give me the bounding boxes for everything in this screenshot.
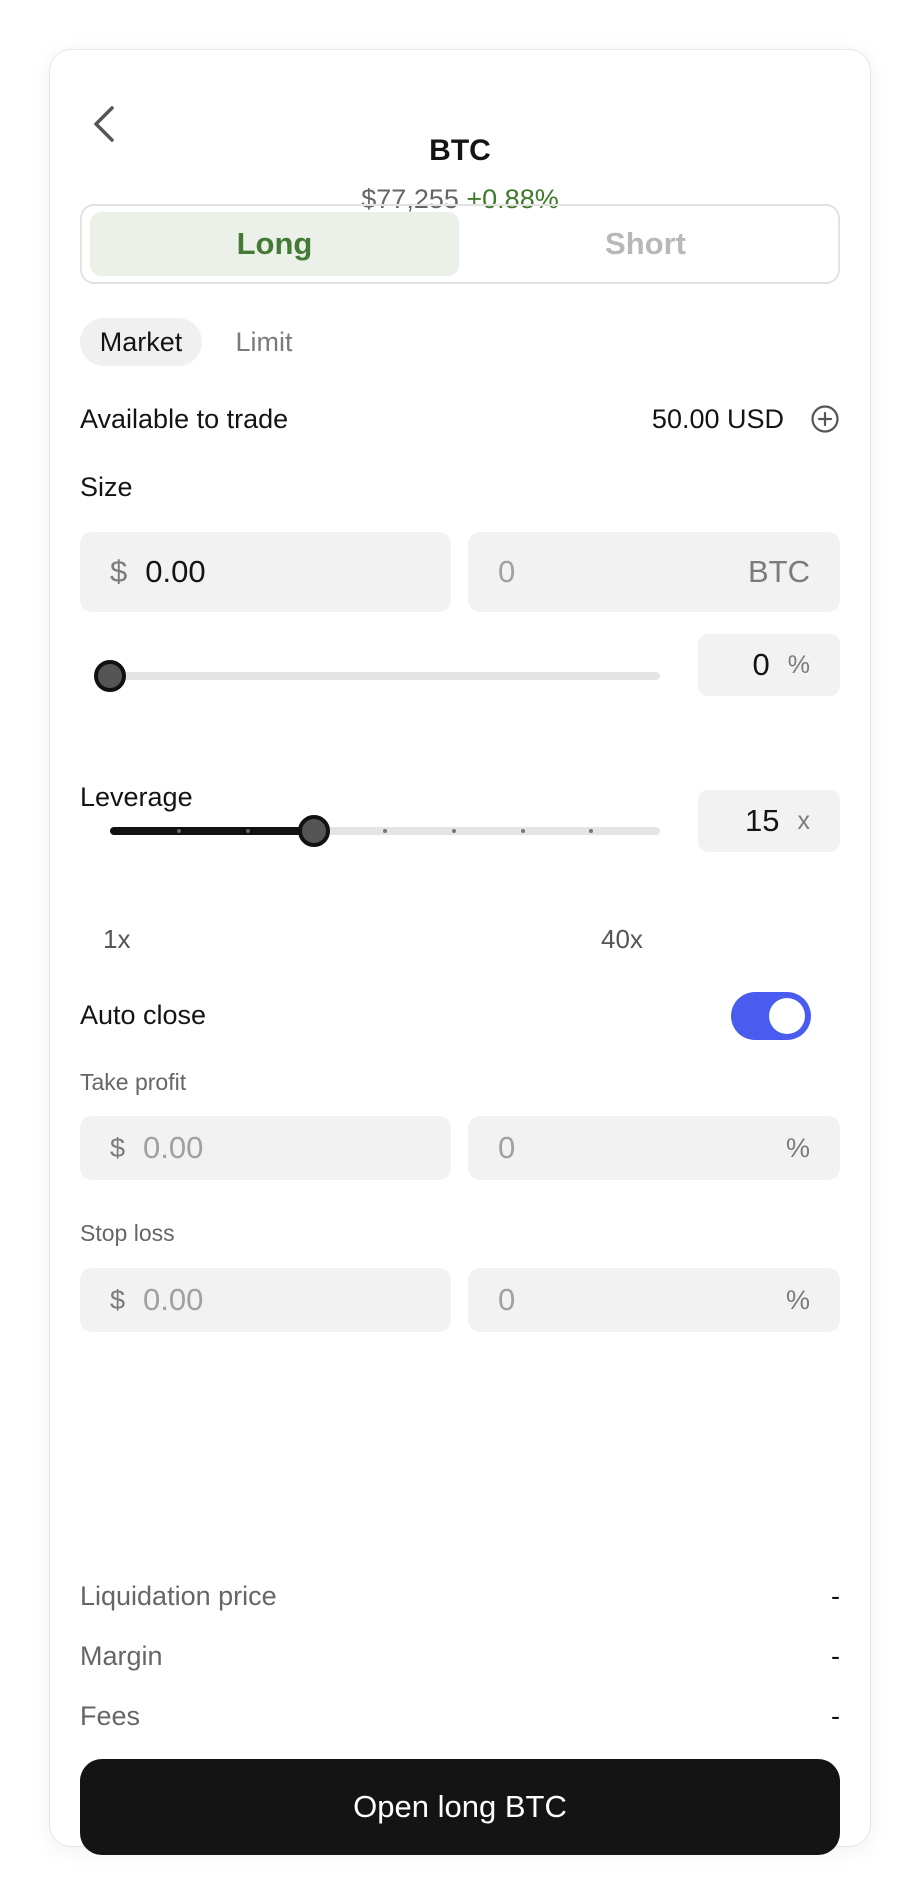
leverage-tick	[245, 829, 250, 833]
take-profit-percent-placeholder: 0	[498, 1130, 516, 1165]
toggle-knob	[769, 998, 805, 1034]
take-profit-percent-input[interactable]: 0 %	[468, 1116, 840, 1180]
leverage-tick	[383, 829, 387, 833]
size-btc-value: 0	[498, 554, 516, 589]
leverage-tick	[451, 829, 456, 833]
percent-unit: %	[785, 1284, 810, 1315]
size-label: Size	[80, 472, 133, 502]
percent-unit: %	[785, 1132, 810, 1163]
stop-loss-price-placeholder: 0.00	[143, 1282, 204, 1317]
stop-loss-price-input[interactable]: $ 0.00	[80, 1268, 451, 1332]
market-tab[interactable]: Market	[80, 318, 202, 366]
long-button[interactable]: Long	[90, 212, 459, 276]
available-value: 50.00 USD	[651, 404, 784, 434]
leverage-max-label: 40x	[601, 924, 643, 954]
liquidation-price-value: -	[831, 1581, 840, 1611]
size-slider-track[interactable]	[110, 672, 660, 680]
leverage-slider-fill	[110, 827, 314, 835]
leverage-min-label: 1x	[103, 924, 131, 954]
trade-panel: BTC $77,255 +0.88% Long Short Market Lim…	[49, 49, 871, 1855]
margin-value: -	[831, 1641, 840, 1671]
leverage-tick	[520, 829, 525, 833]
asset-title: BTC	[429, 134, 491, 167]
size-percent-input[interactable]: 0 %	[698, 634, 840, 696]
leverage-tick	[176, 829, 181, 833]
add-funds-button[interactable]	[810, 404, 840, 434]
take-profit-price-input[interactable]: $ 0.00	[80, 1116, 451, 1180]
size-usd-input[interactable]: $ 0.00	[80, 532, 451, 612]
leverage-slider-thumb[interactable]	[297, 815, 330, 847]
stop-loss-percent-placeholder: 0	[498, 1282, 516, 1317]
available-label: Available to trade	[80, 404, 289, 434]
leverage-value: 15	[745, 803, 780, 838]
percent-unit: %	[787, 650, 810, 679]
leverage-slider-track[interactable]	[110, 827, 660, 835]
limit-tab[interactable]: Limit	[220, 318, 308, 366]
leverage-unit: x	[797, 806, 811, 835]
size-percent-value: 0	[752, 647, 770, 682]
usd-symbol: $	[110, 1284, 126, 1315]
auto-close-label: Auto close	[80, 1000, 207, 1030]
leverage-input[interactable]: 15 x	[698, 790, 840, 852]
usd-symbol: $	[110, 554, 128, 589]
short-button[interactable]: Short	[461, 212, 830, 276]
fees-value: -	[831, 1701, 840, 1731]
size-btc-input[interactable]: 0 BTC	[468, 532, 840, 612]
open-position-button[interactable]: Open long BTC	[80, 1759, 840, 1855]
margin-label: Margin	[80, 1641, 163, 1671]
leverage-label: Leverage	[80, 782, 193, 812]
btc-unit: BTC	[748, 554, 810, 589]
liquidation-price-label: Liquidation price	[80, 1581, 277, 1611]
leverage-tick	[589, 829, 594, 833]
fees-label: Fees	[80, 1701, 141, 1731]
size-slider-thumb[interactable]	[94, 660, 126, 692]
size-usd-value: 0.00	[145, 554, 206, 589]
stop-loss-percent-input[interactable]: 0 %	[468, 1268, 840, 1332]
stop-loss-label: Stop loss	[80, 1220, 175, 1246]
side-toggle: Long Short	[80, 204, 840, 284]
plus-circle-icon	[811, 405, 839, 433]
usd-symbol: $	[110, 1132, 126, 1163]
take-profit-label: Take profit	[80, 1069, 187, 1095]
take-profit-price-placeholder: 0.00	[143, 1130, 204, 1165]
auto-close-toggle[interactable]	[731, 992, 811, 1040]
